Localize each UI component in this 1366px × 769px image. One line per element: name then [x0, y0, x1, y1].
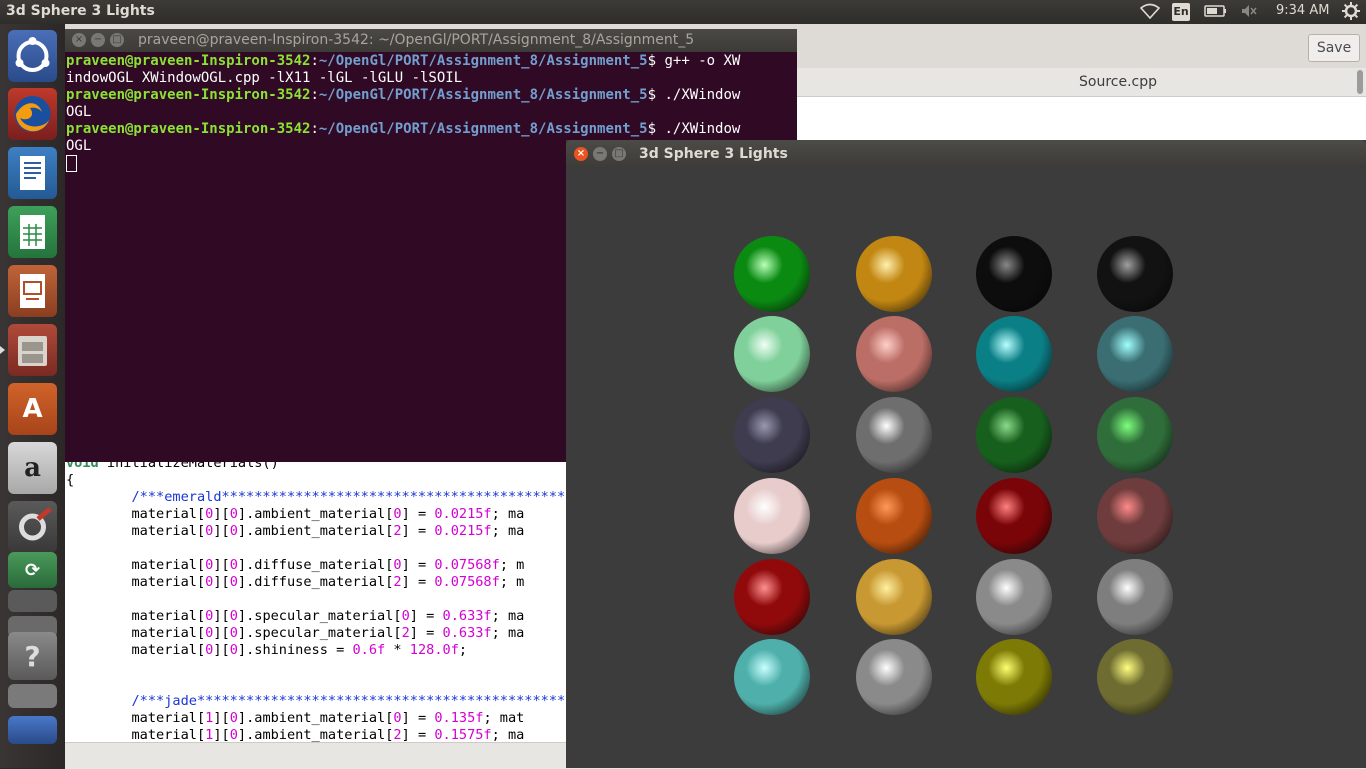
prompt-path: ~/OpenGl/PORT/Assignment_8/Assignment_5 — [318, 121, 648, 137]
material-sphere — [1097, 639, 1173, 715]
help-icon[interactable]: ? — [8, 632, 57, 680]
code-line: material[0][0].specular_material[0] = 0.… — [66, 608, 525, 624]
software-center-icon[interactable]: A — [8, 383, 57, 435]
minimize-icon[interactable]: − — [593, 147, 607, 161]
material-sphere — [976, 397, 1052, 473]
prompt-user: praveen@praveen-Inspiron-3542 — [66, 121, 311, 137]
prompt-colon: : — [310, 87, 319, 103]
material-sphere — [734, 559, 810, 635]
libreoffice-writer-icon[interactable] — [8, 147, 57, 199]
material-sphere — [856, 236, 932, 312]
material-sphere — [1097, 397, 1173, 473]
prompt-user: praveen@praveen-Inspiron-3542 — [66, 87, 311, 103]
clock[interactable]: 9:34 AM — [1276, 3, 1329, 18]
amazon-icon[interactable]: a — [8, 442, 57, 494]
material-sphere — [856, 478, 932, 554]
keyboard-layout-indicator[interactable]: En — [1172, 3, 1190, 21]
firefox-icon[interactable] — [8, 88, 57, 140]
terminal-title: praveen@praveen-Inspiron-3542: ~/OpenGl/… — [138, 32, 695, 48]
command-3a: ./XWindow — [656, 121, 741, 137]
material-sphere — [734, 478, 810, 554]
libreoffice-calc-icon[interactable] — [8, 206, 57, 258]
save-button[interactable]: Save — [1308, 34, 1360, 62]
tab-source-cpp[interactable]: Source.cpp — [1079, 74, 1157, 90]
prompt-user: praveen@praveen-Inspiron-3542 — [66, 53, 311, 69]
opengl-titlebar[interactable]: × − □ 3d Sphere 3 Lights — [566, 140, 1366, 168]
material-sphere — [976, 559, 1052, 635]
trash-icon[interactable] — [8, 716, 57, 744]
prompt-dollar: $ — [647, 53, 657, 69]
prompt-path: ~/OpenGl/PORT/Assignment_8/Assignment_5 — [318, 87, 648, 103]
code-line: material[1][0].ambient_material[0] = 0.1… — [66, 710, 525, 726]
code-line: material[0][0].specular_material[2] = 0.… — [66, 625, 525, 641]
terminal-cursor — [66, 155, 77, 172]
opengl-canvas[interactable] — [566, 168, 1366, 768]
prompt-dollar: $ — [647, 87, 657, 103]
maximize-icon[interactable]: □ — [110, 33, 124, 47]
material-sphere — [734, 397, 810, 473]
system-settings-icon[interactable] — [8, 501, 57, 553]
material-sphere — [734, 236, 810, 312]
code-line: /***jade********************************… — [66, 693, 566, 709]
volume-muted-icon[interactable] — [1240, 3, 1258, 23]
close-icon[interactable]: × — [72, 33, 86, 47]
wifi-icon[interactable] — [1139, 3, 1161, 23]
command-2b: OGL — [66, 104, 92, 120]
image-viewer-icon[interactable] — [8, 590, 57, 612]
workspace-switcher-icon[interactable] — [8, 684, 57, 708]
maximize-icon[interactable]: □ — [612, 147, 626, 161]
material-sphere — [856, 559, 932, 635]
libreoffice-impress-icon[interactable] — [8, 265, 57, 317]
prompt-colon: : — [310, 53, 319, 69]
ubuntu-dash-icon[interactable] — [8, 30, 57, 82]
code-line: material[0][0].ambient_material[2] = 0.0… — [66, 523, 525, 539]
launcher: A a ⟳ ? — [0, 24, 65, 768]
material-sphere — [976, 316, 1052, 392]
battery-icon[interactable] — [1204, 3, 1228, 23]
material-sphere — [856, 397, 932, 473]
material-sphere — [976, 236, 1052, 312]
code-line: material[0][0].shininess = 0.6f * 128.0f… — [66, 642, 468, 658]
command-3b: OGL — [66, 138, 92, 154]
editor-code[interactable]: void initializeMaterials(){ /***emerald*… — [66, 455, 566, 745]
material-sphere — [1097, 236, 1173, 312]
editor-scrollbar[interactable] — [1357, 70, 1363, 94]
material-sphere — [1097, 478, 1173, 554]
material-sphere — [734, 316, 810, 392]
material-sphere — [856, 316, 932, 392]
command-2a: ./XWindow — [656, 87, 741, 103]
terminal-titlebar[interactable]: × − □ praveen@praveen-Inspiron-3542: ~/O… — [65, 29, 797, 52]
prompt-dollar: $ — [647, 121, 657, 137]
material-sphere — [1097, 316, 1173, 392]
material-sphere — [1097, 559, 1173, 635]
code-line: material[0][0].diffuse_material[0] = 0.0… — [66, 557, 525, 573]
prompt-colon: : — [310, 121, 319, 137]
command-1a: g++ -o XW — [656, 53, 741, 69]
files-icon[interactable] — [0, 324, 57, 376]
code-line: /***emerald*****************************… — [66, 489, 566, 505]
material-sphere — [734, 639, 810, 715]
code-line: material[0][0].diffuse_material[2] = 0.0… — [66, 574, 525, 590]
material-sphere — [976, 639, 1052, 715]
material-sphere — [976, 478, 1052, 554]
code-line: material[0][0].ambient_material[0] = 0.0… — [66, 506, 525, 522]
command-1b: indowOGL XWindowOGL.cpp -lX11 -lGL -lGLU… — [66, 70, 463, 86]
opengl-window[interactable]: × − □ 3d Sphere 3 Lights — [566, 140, 1366, 768]
top-panel: 3d Sphere 3 Lights En 9:34 AM — [0, 0, 1366, 24]
material-sphere — [856, 639, 932, 715]
minimize-icon[interactable]: − — [91, 33, 105, 47]
active-window-title: 3d Sphere 3 Lights — [6, 3, 155, 19]
prompt-path: ~/OpenGl/PORT/Assignment_8/Assignment_5 — [318, 53, 648, 69]
opengl-window-title: 3d Sphere 3 Lights — [639, 146, 788, 162]
software-updater-icon[interactable]: ⟳ — [8, 552, 57, 588]
close-icon[interactable]: × — [574, 147, 588, 161]
settings-gear-icon[interactable] — [1342, 2, 1360, 24]
code-line: { — [66, 472, 75, 488]
